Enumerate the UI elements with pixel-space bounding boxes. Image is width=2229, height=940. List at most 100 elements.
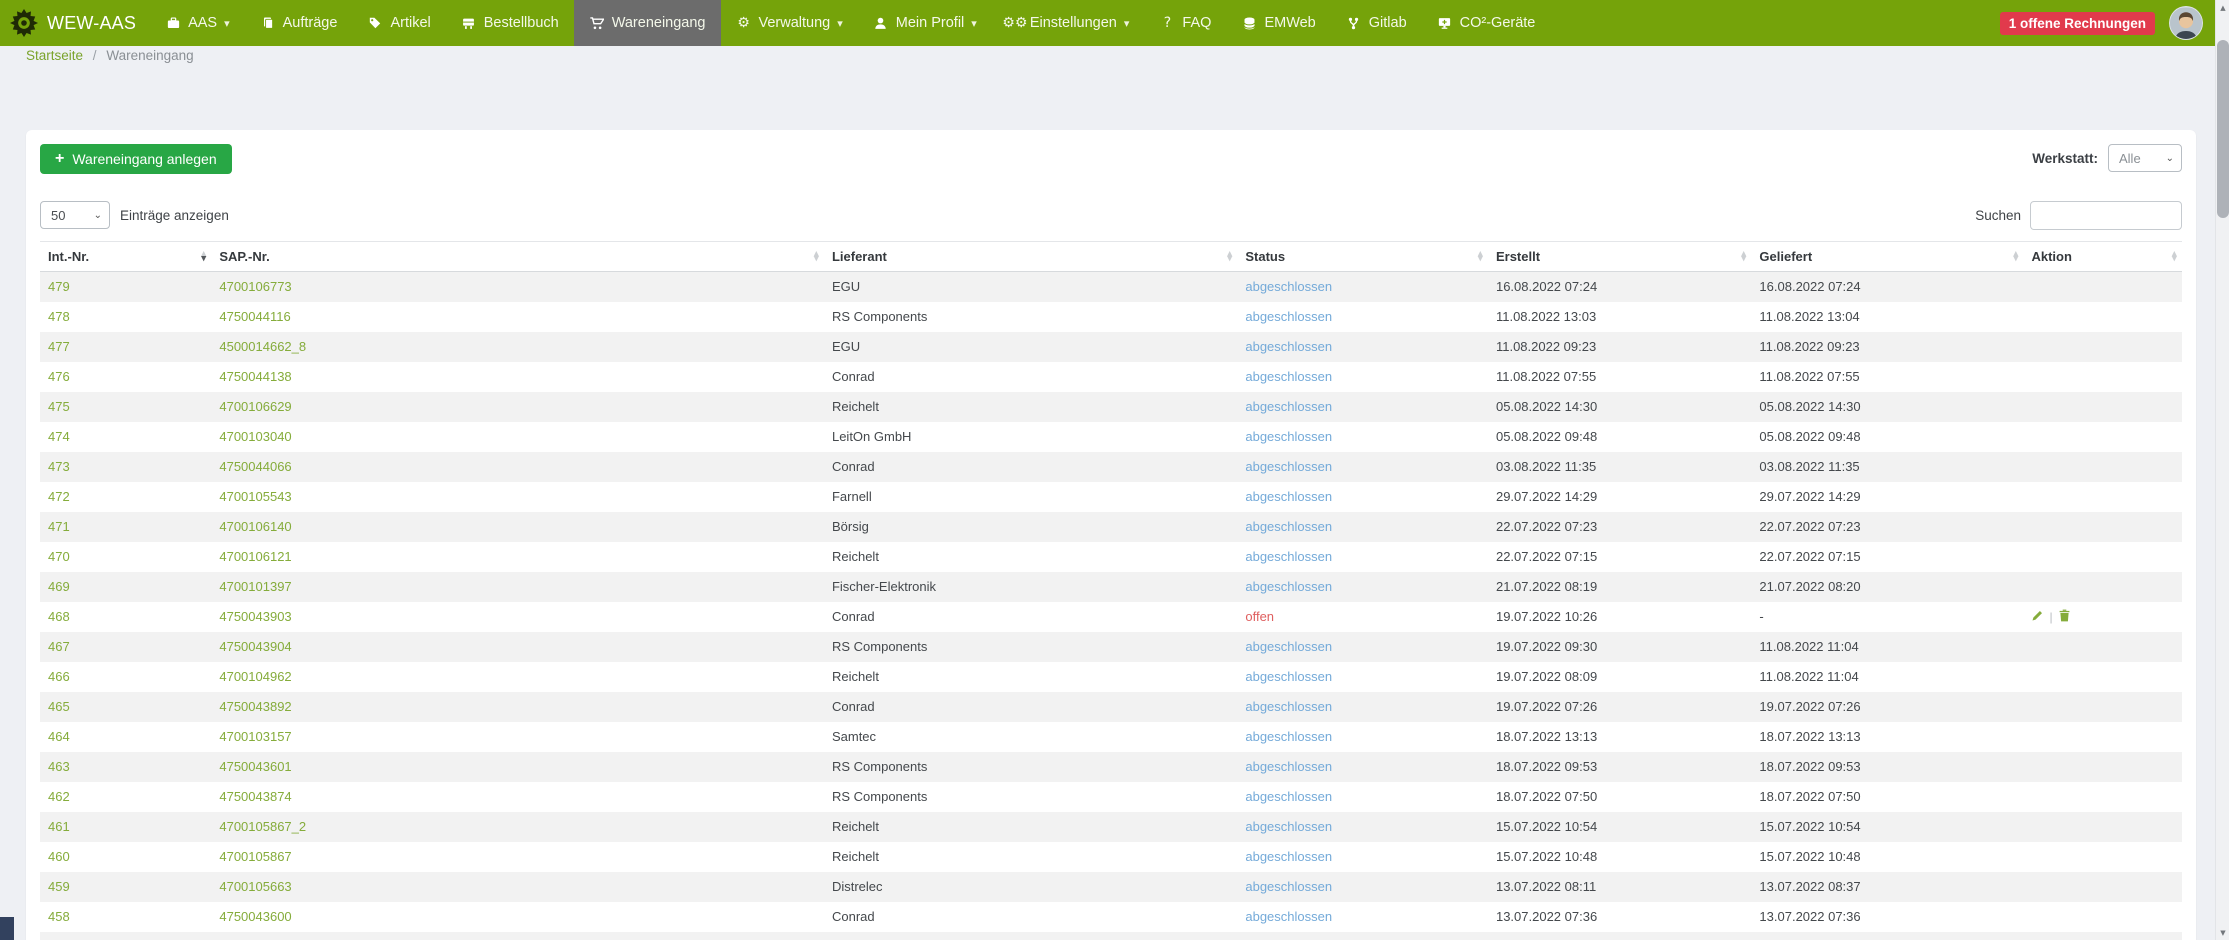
column-header-geliefert[interactable]: Geliefert ▲ ▼ (1751, 241, 2024, 272)
sap-nr-link[interactable]: 4700103040 (219, 429, 291, 444)
status-link[interactable]: abgeschlossen (1245, 699, 1332, 714)
nav-item-verwaltung[interactable]: ⚙ Verwaltung ▾ (721, 0, 858, 46)
status-link[interactable]: abgeschlossen (1245, 669, 1332, 684)
status-link[interactable]: abgeschlossen (1245, 729, 1332, 744)
status-link[interactable]: abgeschlossen (1245, 309, 1332, 324)
table-row: 472 4700105543 Farnell abgeschlossen 29.… (40, 482, 2182, 512)
nav-item-faq[interactable]: ? FAQ (1144, 0, 1226, 46)
delete-button[interactable] (2058, 609, 2071, 625)
status-link[interactable]: abgeschlossen (1245, 819, 1332, 834)
nav-item-bestellbuch[interactable]: Bestellbuch (446, 0, 574, 46)
search-input[interactable] (2030, 200, 2182, 230)
int-nr-link[interactable]: 469 (48, 579, 70, 594)
status-link[interactable]: abgeschlossen (1245, 549, 1332, 564)
sap-nr-link[interactable]: 4700106629 (219, 399, 291, 414)
status-link[interactable]: abgeschlossen (1245, 639, 1332, 654)
int-nr-link[interactable]: 458 (48, 909, 70, 924)
column-header-lieferant[interactable]: Lieferant ▲ ▼ (823, 241, 1238, 272)
sap-nr-link[interactable]: 4700106121 (219, 549, 291, 564)
int-nr-link[interactable]: 462 (48, 789, 70, 804)
int-nr-link[interactable]: 464 (48, 729, 70, 744)
breadcrumb-home-link[interactable]: Startseite (26, 48, 83, 63)
status-link[interactable]: abgeschlossen (1245, 519, 1332, 534)
brand[interactable]: WEW-AAS (0, 0, 150, 46)
open-invoices-badge[interactable]: 1 offene Rechnungen (1999, 11, 2155, 35)
status-link[interactable]: abgeschlossen (1245, 759, 1332, 774)
int-nr-link[interactable]: 466 (48, 669, 70, 684)
sap-nr-link[interactable]: 4700103157 (219, 729, 291, 744)
int-nr-link[interactable]: 467 (48, 639, 70, 654)
sap-nr-link[interactable]: 4750043903 (219, 609, 291, 624)
status-link[interactable]: abgeschlossen (1245, 339, 1332, 354)
int-nr-link[interactable]: 475 (48, 399, 70, 414)
scrollbar-thumb[interactable] (2217, 40, 2229, 218)
sap-nr-link[interactable]: 4750043601 (219, 759, 291, 774)
int-nr-link[interactable]: 470 (48, 549, 70, 564)
nav-item-einstellungen[interactable]: ⚙⚙ Einstellungen ▾ (992, 0, 1145, 46)
create-wareneingang-button[interactable]: + Wareneingang anlegen (40, 144, 232, 174)
status-link[interactable]: abgeschlossen (1245, 489, 1332, 504)
vertical-scrollbar[interactable]: ▲ ▼ (2215, 0, 2229, 940)
sap-nr-link[interactable]: 4750043874 (219, 789, 291, 804)
geliefert-cell: - (1759, 609, 1764, 624)
nav-item-aas[interactable]: AAS ▾ (150, 0, 245, 46)
sap-nr-link[interactable]: 4750044138 (219, 369, 291, 384)
int-nr-link[interactable]: 473 (48, 459, 70, 474)
status-link[interactable]: abgeschlossen (1245, 849, 1332, 864)
sap-nr-link[interactable]: 4700101397 (219, 579, 291, 594)
sap-nr-link[interactable]: 4700106140 (219, 519, 291, 534)
int-nr-link[interactable]: 476 (48, 369, 70, 384)
column-header-int-nr[interactable]: Int.-Nr. ▲ ▼ (40, 241, 212, 272)
edit-button[interactable] (2031, 609, 2044, 625)
sap-nr-link[interactable]: 4700105867 (219, 849, 291, 864)
int-nr-link[interactable]: 465 (48, 699, 70, 714)
sap-nr-link[interactable]: 4750043892 (219, 699, 291, 714)
column-header-status[interactable]: Status ▲ ▼ (1237, 241, 1488, 272)
scroll-down-arrow[interactable]: ▼ (2216, 925, 2229, 940)
int-nr-link[interactable]: 461 (48, 819, 70, 834)
status-link[interactable]: abgeschlossen (1245, 789, 1332, 804)
int-nr-link[interactable]: 472 (48, 489, 70, 504)
sap-nr-link[interactable]: 4700104962 (219, 669, 291, 684)
nav-item-co-ger-te[interactable]: CO²-Geräte (1422, 0, 1551, 46)
column-header-erstellt[interactable]: Erstellt ▲ ▼ (1487, 241, 1752, 272)
sap-nr-link[interactable]: 4750043904 (219, 639, 291, 654)
sap-nr-link[interactable]: 4700105867_2 (219, 819, 306, 834)
status-link[interactable]: abgeschlossen (1245, 429, 1332, 444)
nav-item-wareneingang[interactable]: Wareneingang (573, 0, 721, 46)
sap-nr-link[interactable]: 4750044066 (219, 459, 291, 474)
int-nr-link[interactable]: 477 (48, 339, 70, 354)
int-nr-link[interactable]: 474 (48, 429, 70, 444)
int-nr-link[interactable]: 471 (48, 519, 70, 534)
status-link[interactable]: abgeschlossen (1245, 399, 1332, 414)
nav-item-gitlab[interactable]: Gitlab (1331, 0, 1422, 46)
int-nr-link[interactable]: 479 (48, 279, 70, 294)
status-link[interactable]: abgeschlossen (1245, 579, 1332, 594)
nav-item-mein-profil[interactable]: Mein Profil ▾ (858, 0, 992, 46)
int-nr-link[interactable]: 459 (48, 879, 70, 894)
nav-item-artikel[interactable]: Artikel (352, 0, 445, 46)
sap-nr-link[interactable]: 4750044116 (219, 309, 290, 324)
werkstatt-select[interactable]: Alle ⌄ (2108, 144, 2182, 172)
user-avatar[interactable] (2169, 6, 2203, 40)
sap-nr-link[interactable]: 4700105663 (219, 879, 291, 894)
int-nr-link[interactable]: 478 (48, 309, 70, 324)
status-link[interactable]: abgeschlossen (1245, 909, 1332, 924)
sap-nr-link[interactable]: 4500014662_8 (219, 339, 306, 354)
int-nr-link[interactable]: 468 (48, 609, 70, 624)
sap-nr-link[interactable]: 4700105543 (219, 489, 291, 504)
int-nr-link[interactable]: 463 (48, 759, 70, 774)
status-link[interactable]: abgeschlossen (1245, 459, 1332, 474)
int-nr-link[interactable]: 460 (48, 849, 70, 864)
sap-nr-link[interactable]: 4700106773 (219, 279, 291, 294)
status-link[interactable]: abgeschlossen (1245, 279, 1332, 294)
scroll-up-arrow[interactable]: ▲ (2216, 0, 2229, 15)
sap-nr-link[interactable]: 4750043600 (219, 909, 291, 924)
nav-item-emweb[interactable]: EMWeb (1226, 0, 1330, 46)
page-size-select[interactable]: 50 ⌄ (40, 201, 110, 229)
column-header-sap-nr[interactable]: SAP.-Nr. ▲ ▼ (211, 241, 824, 272)
status-link[interactable]: abgeschlossen (1245, 369, 1332, 384)
column-header-aktion[interactable]: Aktion ▲ ▼ (2023, 241, 2182, 272)
nav-item-auftr-ge[interactable]: Aufträge (245, 0, 353, 46)
status-link[interactable]: abgeschlossen (1245, 879, 1332, 894)
